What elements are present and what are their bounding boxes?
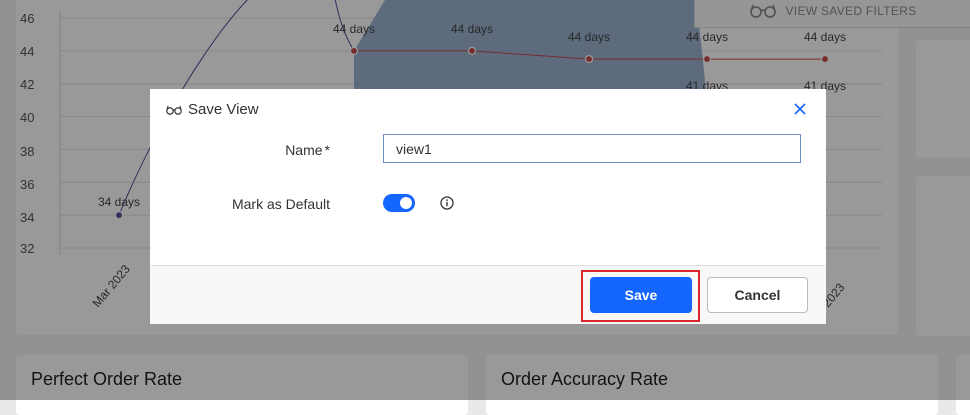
save-view-dialog: Save View Name* Mark as Default Save Can… xyxy=(150,89,826,324)
info-icon[interactable] xyxy=(440,196,454,210)
mark-default-toggle[interactable] xyxy=(383,194,415,212)
cancel-button[interactable]: Cancel xyxy=(707,277,808,313)
dialog-header: Save View xyxy=(166,101,259,118)
close-icon[interactable] xyxy=(792,101,808,117)
required-mark: * xyxy=(324,142,330,158)
name-label: Name * xyxy=(285,142,330,158)
dialog-title: Save View xyxy=(188,101,259,118)
name-label-text: Name xyxy=(285,142,323,158)
glasses-icon xyxy=(166,105,182,115)
save-button[interactable]: Save xyxy=(590,277,692,313)
mark-default-label: Mark as Default xyxy=(231,196,330,212)
name-input[interactable] xyxy=(383,134,801,163)
toggle-knob xyxy=(400,197,412,209)
